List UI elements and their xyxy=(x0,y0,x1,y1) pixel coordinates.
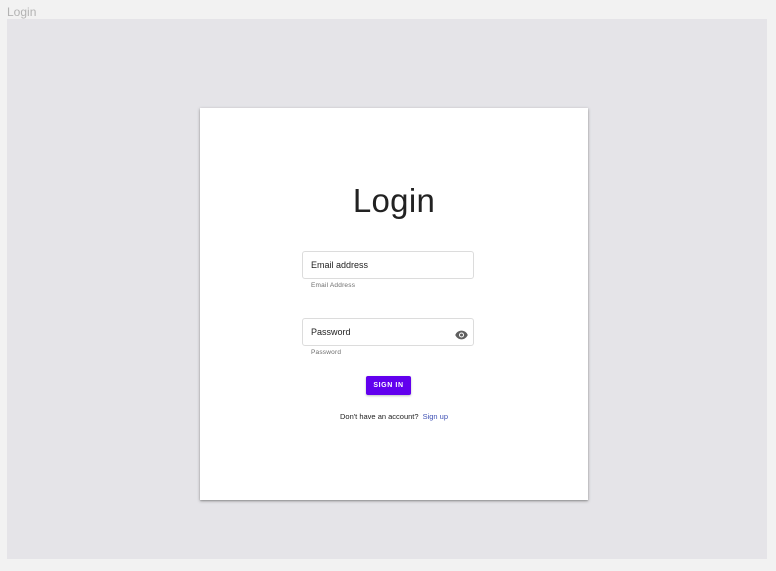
password-helper-text: Password xyxy=(311,349,342,356)
password-input[interactable] xyxy=(303,319,451,345)
frame-label: Login xyxy=(7,5,37,19)
password-field[interactable] xyxy=(302,318,474,346)
page-title: Login xyxy=(352,182,436,219)
signup-row: Don't have an account? Sign up xyxy=(200,412,588,421)
login-card: Login Email Address Password SIGN IN Don… xyxy=(200,108,588,500)
eye-icon[interactable] xyxy=(455,327,468,340)
email-field[interactable] xyxy=(302,251,474,279)
canvas: Login Email Address Password SIGN IN Don… xyxy=(7,19,767,559)
signup-prompt: Don't have an account? xyxy=(339,412,419,421)
sign-in-button[interactable]: SIGN IN xyxy=(366,376,411,395)
email-input[interactable] xyxy=(303,252,451,278)
email-helper-text: Email Address xyxy=(311,282,356,289)
signup-link[interactable]: Sign up xyxy=(423,412,448,421)
